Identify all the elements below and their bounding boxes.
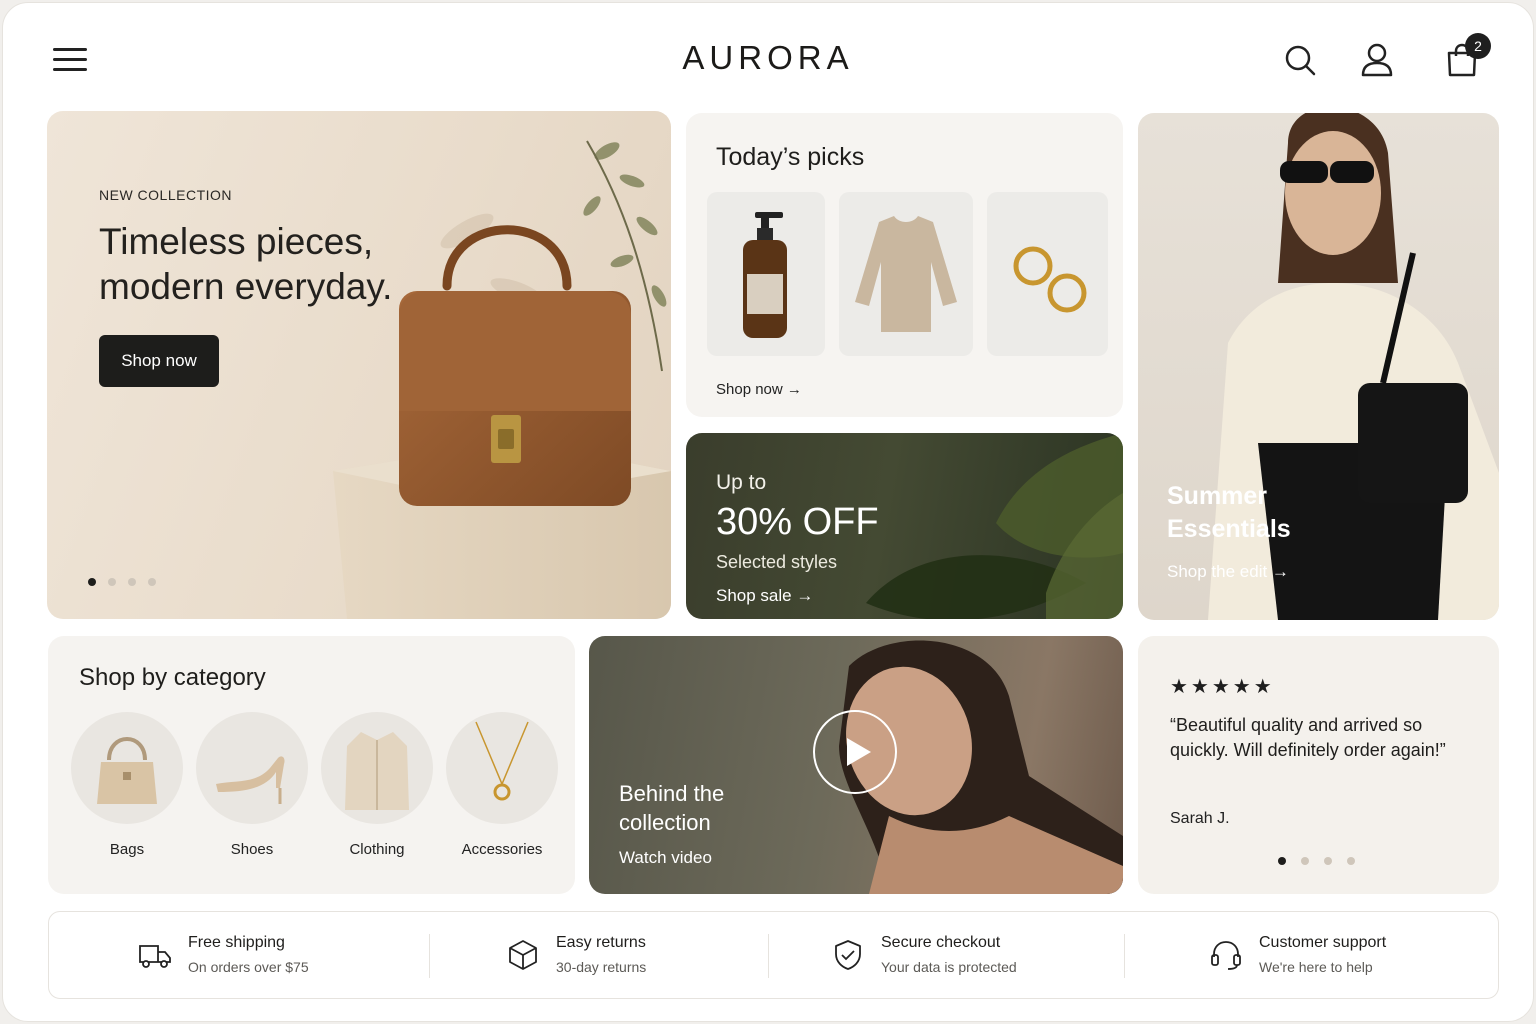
carousel-dot[interactable] — [148, 578, 156, 586]
feature-title: Free shipping — [188, 934, 285, 951]
feature-title: Secure checkout — [881, 934, 1001, 951]
sale-up-to: Up to — [716, 471, 767, 494]
page-frame: AURORA 2 NEW COLLECTION Timeless pieces,… — [2, 2, 1534, 1022]
review-quote: “Beautiful quality and arrived so quickl… — [1170, 715, 1446, 760]
user-icon[interactable] — [1358, 41, 1396, 79]
review-author: Sarah J. — [1170, 810, 1230, 827]
review-card: ★★★★★ “Beautiful quality and arrived so … — [1138, 636, 1499, 894]
category-label: Accessories — [461, 841, 543, 858]
pick-gold-earrings[interactable] — [987, 192, 1108, 356]
feature-customer-support[interactable]: Customer support We're here to help — [1209, 912, 1469, 1000]
shoe-icon — [196, 712, 308, 824]
rating-stars: ★★★★★ — [1170, 676, 1275, 698]
feature-easy-returns: Easy returns 30-day returns — [506, 912, 766, 1000]
shield-check-icon — [835, 940, 861, 970]
feature-subtitle: Your data is protected — [881, 959, 1017, 975]
divider — [429, 934, 430, 978]
carousel-dot[interactable] — [1301, 857, 1309, 865]
sale-banner[interactable]: Up to 30% OFF Selected styles Shop sale … — [686, 433, 1123, 619]
headset-icon — [1211, 941, 1241, 970]
cart-count-badge: 2 — [1465, 33, 1491, 59]
coat-icon — [321, 712, 433, 824]
hero-carousel-dots — [88, 578, 156, 586]
soap-bottle-icon — [743, 212, 787, 338]
play-button[interactable] — [813, 710, 897, 794]
shop-the-edit-link[interactable]: Shop the edit → — [1167, 562, 1289, 582]
todays-picks-card: Today’s picks Shop now → — [686, 113, 1123, 417]
earrings-icon — [1013, 246, 1087, 313]
carousel-dot[interactable] — [128, 578, 136, 586]
hero-banner[interactable]: NEW COLLECTION Timeless pieces, modern e… — [47, 111, 671, 619]
sale-headline: 30% OFF — [716, 501, 879, 543]
category-bags[interactable]: Bags — [71, 712, 183, 858]
carousel-dot[interactable] — [1278, 857, 1286, 865]
hero-shop-now-button[interactable]: Shop now — [99, 335, 219, 387]
truck-icon — [139, 945, 171, 968]
box-icon — [509, 940, 537, 970]
sweater-icon — [855, 216, 957, 332]
feature-secure-checkout: Secure checkout Your data is protected — [831, 912, 1131, 1000]
search-icon[interactable] — [1281, 41, 1319, 79]
review-carousel-dots — [1278, 857, 1355, 865]
picks-title: Today’s picks — [716, 143, 865, 171]
feature-title: Customer support — [1259, 934, 1387, 951]
necklace-icon — [446, 712, 558, 824]
bag-icon — [71, 712, 183, 824]
picks-shop-now-link[interactable]: Shop now → — [716, 381, 802, 398]
summer-essentials-card[interactable]: Summer Essentials Shop the edit → — [1138, 113, 1499, 620]
carousel-dot[interactable] — [108, 578, 116, 586]
video-title: Behind the collection — [619, 781, 725, 835]
category-title: Shop by category — [79, 664, 266, 691]
shop-by-category-card: Shop by category Bags Shoes Clothing Acc… — [48, 636, 575, 894]
category-label: Shoes — [230, 841, 274, 858]
sale-subtitle: Selected styles — [716, 552, 838, 572]
summer-title: Summer Essentials — [1167, 482, 1291, 543]
divider — [1124, 934, 1125, 978]
feature-title: Easy returns — [556, 934, 646, 951]
category-label: Bags — [109, 841, 145, 858]
pick-soap-bottle[interactable] — [707, 192, 825, 356]
category-label: Clothing — [349, 841, 405, 858]
feature-subtitle: 30-day returns — [556, 959, 647, 975]
hero-eyebrow: NEW COLLECTION — [99, 187, 233, 203]
category-clothing[interactable]: Clothing — [321, 712, 433, 858]
carousel-dot[interactable] — [88, 578, 96, 586]
hero-title: Timeless pieces, modern everyday. — [99, 221, 393, 307]
shop-sale-link[interactable]: Shop sale → — [716, 586, 813, 606]
features-bar: Free shipping On orders over $75 Easy re… — [48, 911, 1499, 999]
watch-video-link[interactable]: Watch video — [619, 848, 712, 868]
feature-subtitle: On orders over $75 — [188, 959, 309, 975]
pick-knit-sweater[interactable] — [839, 192, 973, 356]
category-accessories[interactable]: Accessories — [446, 712, 558, 858]
feature-free-shipping: Free shipping On orders over $75 — [138, 912, 438, 1000]
play-icon — [847, 738, 871, 766]
carousel-dot[interactable] — [1347, 857, 1355, 865]
feature-subtitle: We're here to help — [1259, 959, 1373, 975]
behind-collection-video[interactable]: Behind the collection Watch video — [589, 636, 1123, 894]
category-shoes[interactable]: Shoes — [196, 712, 308, 858]
divider — [768, 934, 769, 978]
carousel-dot[interactable] — [1324, 857, 1332, 865]
